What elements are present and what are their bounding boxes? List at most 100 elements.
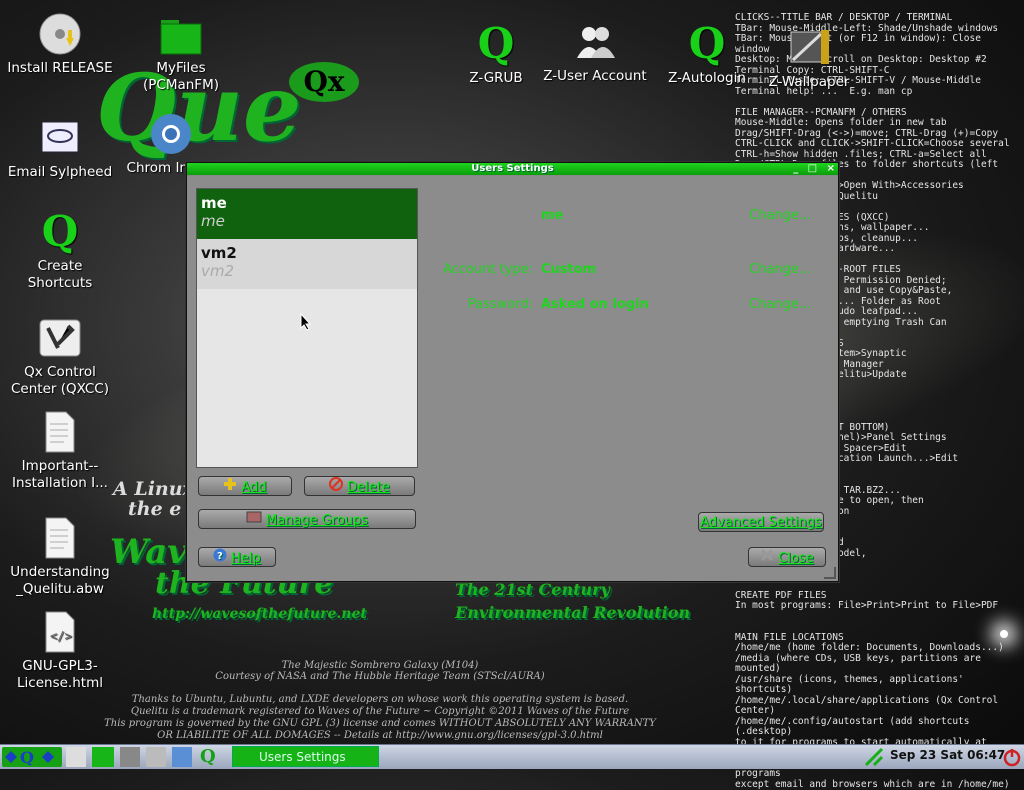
q-icon: Q — [688, 19, 726, 68]
user-list-item[interactable]: vm2 vm2 — [197, 239, 417, 289]
wallpaper-footer: This program is governed by the GNU GPL … — [104, 718, 656, 729]
change-account-type-button[interactable]: Change... — [749, 262, 811, 277]
galaxy-credit: Courtesy of NASA and The Hubble Heritage… — [215, 671, 545, 682]
desktop-icon-label: Z-User Account — [543, 68, 647, 84]
desktop-icon-z-grub[interactable]: Q Z-GRUB — [441, 22, 551, 87]
file-manager-launcher-icon[interactable] — [92, 747, 114, 767]
desktop-icon-z-user-account[interactable]: Z-User Account — [540, 20, 650, 85]
manage-groups-label: Manage Groups — [265, 513, 369, 528]
add-user-button[interactable]: Add — [198, 476, 292, 496]
email-icon — [38, 116, 82, 160]
power-icon[interactable] — [1002, 747, 1022, 767]
users-settings-window[interactable]: Users Settings _ □ × me me vm2 vm2 me Ch… — [186, 162, 839, 582]
qx-logo: Qx — [289, 62, 359, 102]
account-type-value: Custom — [541, 262, 597, 277]
users-icon — [573, 20, 617, 64]
main-menu-button[interactable]: Q — [2, 747, 62, 767]
desktop-icon-create-shortcuts[interactable]: Q Create Shortcuts — [5, 210, 115, 292]
desktop-icon-label: Important-- Installation I... — [12, 458, 108, 491]
manage-groups-button[interactable]: Manage Groups — [198, 509, 416, 529]
galaxy-caption: The Majestic Sombrero Galaxy (M104) — [281, 660, 479, 671]
taskbar-task-label: Users Settings — [259, 750, 346, 764]
user-full-name: vm2 — [201, 244, 237, 262]
account-type-label: Account type: — [442, 262, 533, 277]
download-launcher-icon[interactable] — [172, 747, 192, 767]
desktop-icon-email[interactable]: Email Sylpheed — [5, 116, 115, 181]
wallpaper-revolution: Environmental Revolution — [455, 603, 691, 622]
window-client: me me vm2 vm2 me Change... Account type:… — [187, 176, 838, 581]
desktop-icon-z-wallpaper[interactable]: Z-Wallpaper — [754, 26, 864, 91]
password-label: Password: — [467, 297, 533, 312]
desktop-icon-label: Z-GRUB — [469, 70, 523, 86]
desktop-icon-install-release[interactable]: Install RELEASE — [5, 12, 115, 77]
delete-button-label: Delete — [347, 480, 390, 495]
user-list-item[interactable]: me me — [197, 189, 417, 239]
terminal-launcher-icon[interactable] — [146, 747, 166, 767]
desktop-icon-label: Z-Autologin — [668, 70, 746, 86]
advanced-settings-button[interactable]: Advanced Settings — [698, 512, 824, 532]
plus-icon — [223, 477, 237, 498]
mouse-cursor-icon — [300, 313, 312, 331]
show-desktop-icon[interactable] — [66, 747, 86, 767]
change-name-button[interactable]: Change... — [749, 208, 811, 223]
desktop-icon-gnu-gpl3[interactable]: </> GNU-GPL3-License.html — [5, 610, 115, 692]
q-icon: Q — [477, 19, 515, 68]
desktop-icon-label: Email Sylpheed — [7, 164, 113, 180]
q-icon: Q — [41, 207, 79, 256]
desktop-icon-understanding-quelitu[interactable]: Understanding _Quelitu.abw — [5, 516, 115, 598]
window-title: Users Settings — [471, 163, 554, 174]
cd-install-icon — [38, 12, 82, 56]
wallpaper-footer: Thanks to Ubuntu, Lubuntu, and LXDE deve… — [131, 694, 629, 705]
wallpaper-url: http://wavesofthefuture.net — [152, 606, 367, 622]
window-titlebar[interactable]: Users Settings _ □ × — [187, 163, 838, 175]
minimize-icon[interactable]: _ — [793, 163, 798, 174]
desktop-icon-label: Qx Control Center (QXCC) — [10, 364, 109, 397]
q-launcher-icon[interactable]: Q — [200, 747, 222, 767]
desktop-icon-important-installation[interactable]: Important-- Installation I... — [5, 410, 115, 492]
desktop-icon-z-autologin[interactable]: Q Z-Autologin — [652, 22, 762, 87]
wallpaper-icon — [787, 26, 831, 70]
close-button[interactable]: Close — [748, 547, 826, 567]
help-icon: ? — [213, 548, 227, 569]
maximize-icon[interactable]: □ — [808, 163, 817, 174]
wallpaper-tagline2: the e — [128, 498, 182, 520]
settings-launcher-icon[interactable] — [120, 747, 140, 767]
desktop-icon-label: Understanding _Quelitu.abw — [10, 564, 110, 597]
html-file-icon: </> — [38, 610, 82, 654]
chromium-icon — [149, 112, 193, 156]
control-center-icon — [38, 316, 82, 360]
help-button-label: Help — [231, 551, 261, 566]
user-full-name: me — [201, 194, 227, 212]
user-name-value: me — [541, 208, 564, 223]
svg-text:Q: Q — [20, 748, 34, 767]
wallpaper-century: The 21st Century — [455, 580, 610, 599]
user-login-name: me — [201, 212, 225, 230]
document-icon — [38, 410, 82, 454]
help-button[interactable]: ? Help — [198, 547, 276, 567]
groups-icon — [246, 510, 262, 531]
desktop-icon-label: MyFiles (PCManFM) — [143, 60, 219, 93]
document-icon — [38, 516, 82, 560]
desktop-icon-label: GNU-GPL3-License.html — [17, 658, 103, 691]
taskbar: Q Q Users Settings Sep 23 Sat 06:47 — [0, 744, 1024, 769]
wallpaper-tagline: A Linux — [113, 478, 194, 500]
password-value: Asked on login — [541, 297, 649, 312]
desktop-icon-myfiles[interactable]: MyFiles (PCManFM) — [126, 12, 236, 94]
close-icon[interactable]: × — [827, 163, 835, 174]
close-x-icon — [760, 548, 774, 569]
svg-text:</>: </> — [50, 629, 72, 643]
desktop-icon-label: Create Shortcuts — [27, 258, 93, 291]
taskbar-task-users-settings[interactable]: Users Settings — [232, 746, 379, 767]
advanced-settings-label: Advanced Settings — [700, 515, 822, 530]
user-login-name: vm2 — [201, 262, 235, 280]
desktop-icon-qx-control-center[interactable]: Qx Control Center (QXCC) — [5, 316, 115, 398]
clock[interactable]: Sep 23 Sat 06:47 — [890, 748, 1005, 762]
resize-grip[interactable] — [824, 567, 836, 579]
desktop-icon-label: Z-Wallpaper — [768, 74, 850, 90]
no-entry-icon — [329, 477, 344, 498]
change-password-button[interactable]: Change... — [749, 297, 811, 312]
delete-user-button[interactable]: Delete — [304, 476, 415, 496]
network-tray-icon[interactable] — [864, 747, 884, 767]
wallpaper-footer: OR LIABILITE OF ALL DOMAGES -- Details a… — [157, 730, 603, 741]
wallpaper-footer: Quelitu is a trademark registered to Wav… — [130, 706, 630, 717]
